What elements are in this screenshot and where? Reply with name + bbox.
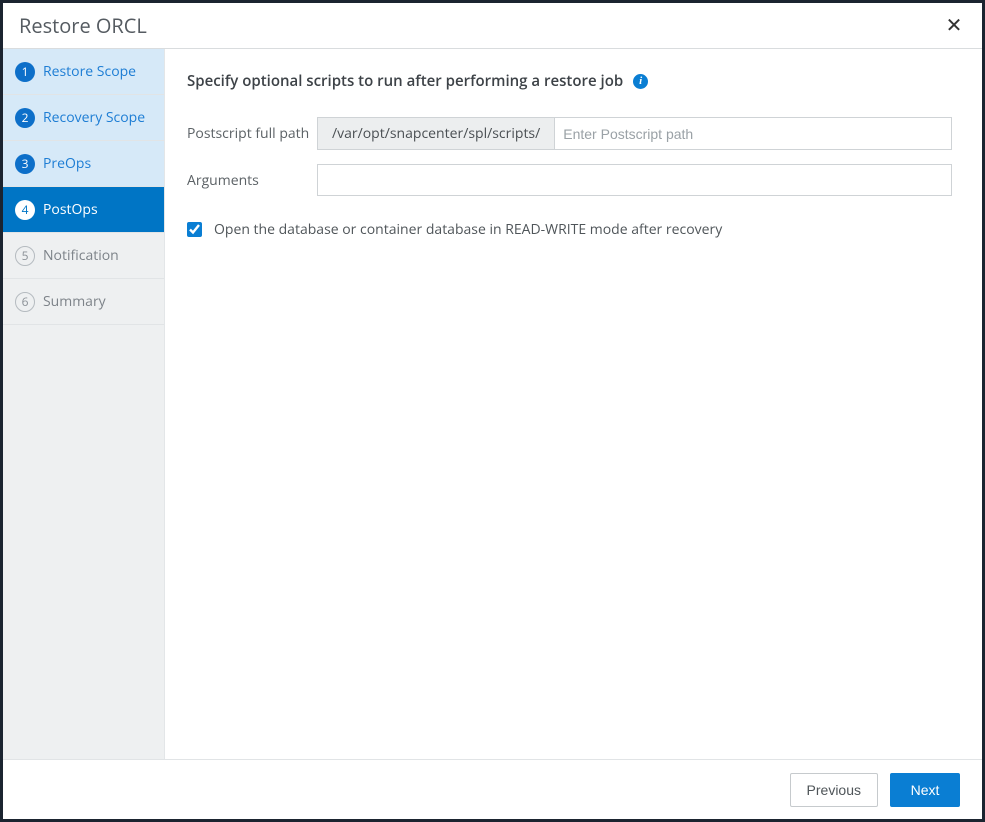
step-summary[interactable]: 6 Summary: [3, 279, 164, 325]
step-number: 6: [15, 292, 35, 312]
postscript-input[interactable]: [555, 118, 951, 149]
open-db-checkbox[interactable]: [187, 222, 202, 237]
step-number: 1: [15, 62, 35, 82]
step-preops[interactable]: 3 PreOps: [3, 141, 164, 187]
arguments-row: Arguments: [187, 164, 952, 196]
wizard-sidebar: 1 Restore Scope 2 Recovery Scope 3 PreOp…: [3, 49, 165, 759]
step-label: Recovery Scope: [43, 108, 145, 127]
arguments-label: Arguments: [187, 171, 317, 190]
postscript-row: Postscript full path /var/opt/snapcenter…: [187, 117, 952, 150]
step-number: 5: [15, 246, 35, 266]
close-button[interactable]: ✕: [942, 14, 966, 38]
step-number: 2: [15, 108, 35, 128]
restore-dialog: Restore ORCL ✕ 1 Restore Scope 2 Recover…: [0, 0, 985, 822]
open-db-checkbox-row[interactable]: Open the database or container database …: [187, 220, 952, 239]
dialog-title: Restore ORCL: [19, 12, 942, 39]
main-panel: Specify optional scripts to run after pe…: [165, 49, 982, 759]
dialog-footer: Previous Next: [3, 759, 982, 819]
step-postops[interactable]: 4 PostOps: [3, 187, 164, 233]
postscript-label: Postscript full path: [187, 124, 317, 143]
step-label: PostOps: [43, 200, 98, 219]
step-restore-scope[interactable]: 1 Restore Scope: [3, 49, 164, 95]
step-notification[interactable]: 5 Notification: [3, 233, 164, 279]
arguments-input[interactable]: [317, 164, 952, 196]
postscript-prefix: /var/opt/snapcenter/spl/scripts/: [318, 118, 555, 149]
step-label: PreOps: [43, 154, 91, 173]
step-recovery-scope[interactable]: 2 Recovery Scope: [3, 95, 164, 141]
previous-button[interactable]: Previous: [790, 773, 878, 807]
step-label: Notification: [43, 246, 119, 265]
postscript-path-group: /var/opt/snapcenter/spl/scripts/: [317, 117, 952, 150]
next-button[interactable]: Next: [890, 773, 960, 807]
step-number: 3: [15, 154, 35, 174]
dialog-body: 1 Restore Scope 2 Recovery Scope 3 PreOp…: [3, 49, 982, 759]
section-heading-row: Specify optional scripts to run after pe…: [187, 71, 952, 91]
dialog-header: Restore ORCL ✕: [3, 3, 982, 49]
close-icon: ✕: [946, 15, 963, 37]
open-db-checkbox-label: Open the database or container database …: [214, 220, 722, 239]
step-number: 4: [15, 200, 35, 220]
step-label: Restore Scope: [43, 62, 136, 81]
info-icon[interactable]: i: [633, 74, 648, 89]
step-label: Summary: [43, 292, 106, 311]
section-heading: Specify optional scripts to run after pe…: [187, 71, 623, 91]
